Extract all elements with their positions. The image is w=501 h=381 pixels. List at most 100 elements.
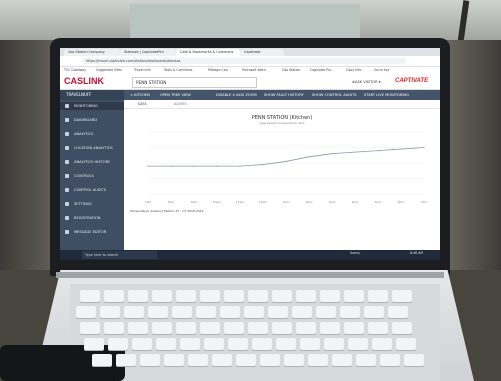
show-control-audits-button[interactable]: SHOW CONTROL AUDITS xyxy=(312,90,357,100)
keyboard-key xyxy=(320,322,340,334)
sidebar-item-analytics-history[interactable]: ANALYTICS HISTORY xyxy=(60,158,124,166)
disable-zoom-button[interactable]: DISABLE 4 AXIS ZOOM xyxy=(216,90,257,100)
sidebar-item-message-editor[interactable]: MESSAGE EDITOR xyxy=(60,228,124,236)
bookmark[interactable]: Copy Info xyxy=(346,67,361,74)
history-icon xyxy=(65,160,69,164)
data-point xyxy=(308,156,310,158)
data-point xyxy=(239,165,241,167)
captivate-logo: CAPTIVATE xyxy=(395,78,429,84)
temperature-chart: 7am 8am 9am 10am 11am 12pm 1pm 2pm 3pm 4pm 5pm 6pm 7… xyxy=(145,131,427,204)
bookmark[interactable]: Gas Station xyxy=(282,67,300,74)
keyboard-key xyxy=(224,322,244,334)
taskbar-search[interactable]: Type here to search xyxy=(82,251,157,259)
keyboard-key xyxy=(272,322,292,334)
keyboard-key xyxy=(176,290,196,302)
data-point xyxy=(170,165,172,167)
bookmark[interactable]: Go to live xyxy=(374,67,389,74)
keyboard-key xyxy=(140,354,160,366)
sidebar-item-location-analytics[interactable]: LOCATION ANALYTICS xyxy=(60,144,124,152)
browser-tab[interactable]: Statuses | CaptivatePro xyxy=(120,49,176,56)
bookmark[interactable]: Tools & Commons xyxy=(164,67,192,74)
series-line xyxy=(148,147,425,167)
bookmark[interactable]: Microsoft Word xyxy=(242,67,266,74)
keyboard-key xyxy=(116,354,136,366)
keyboard-key xyxy=(84,338,104,350)
x-tick-label: 6pm xyxy=(398,200,405,204)
laptop-screen: Gas Station Company Statuses | Captivate… xyxy=(60,48,440,260)
keyboard-key xyxy=(164,354,184,366)
browser-tab[interactable]: Gas Station Company xyxy=(64,49,120,56)
bookmark[interactable]: Mileage Calc xyxy=(208,67,228,74)
tab-alerts[interactable]: ALERTS xyxy=(174,100,187,108)
bookmark[interactable]: Travel Info xyxy=(134,67,151,74)
keyboard-key xyxy=(100,306,120,318)
chart-legend[interactable]: Temperature (Celsius) Station 47 - CT 20… xyxy=(130,208,204,214)
keyboard-key xyxy=(368,290,388,302)
sidebar-item-settings[interactable]: SETTINGS xyxy=(60,200,124,208)
data-point xyxy=(285,160,287,163)
keyboard-key xyxy=(320,290,340,302)
station-select[interactable]: PENN STATION xyxy=(132,77,257,88)
keyboard-key xyxy=(344,290,364,302)
keyboard-key xyxy=(76,306,96,318)
start-live-monitoring-button[interactable]: START LIVE MONITORING xyxy=(364,90,409,100)
keyboard-key xyxy=(388,306,408,318)
sidebar-item-controls[interactable]: CONTROLS xyxy=(60,172,124,180)
keyboard-key xyxy=(332,354,352,366)
data-point xyxy=(377,150,379,152)
keyboard-key xyxy=(212,354,232,366)
monitor-icon xyxy=(65,104,69,108)
x-tick-label: 10am xyxy=(213,200,222,204)
bookmark[interactable]: Suggested Sites xyxy=(96,67,122,74)
keyboard-key xyxy=(276,338,296,350)
show-fault-history-button[interactable]: SHOW FAULT HISTORY xyxy=(264,90,304,100)
keyboard-key xyxy=(172,306,192,318)
url-field[interactable]: https://travel.captivate.com/station/das… xyxy=(82,58,406,64)
sidebar-title: TRAVELNUFF xyxy=(60,90,124,100)
data-point xyxy=(423,146,425,149)
keyboard-key xyxy=(368,322,388,334)
keyboard-key xyxy=(152,290,172,302)
keyboard-key xyxy=(104,322,124,334)
keyboard-key xyxy=(392,322,412,334)
keyboard-key xyxy=(284,354,304,366)
keyboard-key xyxy=(220,306,240,318)
visitor-dropdown[interactable]: #ASK VISITOR ▾ xyxy=(352,78,381,86)
sidebar-item-dashboard[interactable]: DASHBOARD xyxy=(60,116,124,124)
keyboard-key xyxy=(224,290,244,302)
keyboard-key xyxy=(300,338,320,350)
keyboard-key xyxy=(396,338,416,350)
caslink-logo: CASLINK xyxy=(64,76,104,86)
browser-tab-bar: Gas Station Company Statuses | Captivate… xyxy=(60,48,440,56)
sidebar-item-registration[interactable]: REGISTRATION xyxy=(60,214,124,222)
keyboard-key xyxy=(80,290,100,302)
audit-icon xyxy=(65,188,69,192)
data-point xyxy=(331,153,333,155)
tab-data[interactable]: DATA xyxy=(138,100,147,108)
sidebar-item-analytics[interactable]: ANALYTICS xyxy=(60,130,124,138)
sidebar-item-monitoring[interactable]: MONITORING xyxy=(60,102,124,110)
back-kitchen-button[interactable]: < KITCHEN xyxy=(130,90,150,100)
data-point xyxy=(354,151,356,153)
keyboard-key xyxy=(404,354,424,366)
x-tick-label: 7am xyxy=(145,200,152,204)
keyboard-key xyxy=(228,338,248,350)
keyboard-key xyxy=(248,322,268,334)
message-icon xyxy=(65,230,69,234)
sidebar-item-control-audits[interactable]: CONTROL AUDITS xyxy=(60,186,124,194)
registration-icon xyxy=(65,216,69,220)
keyboard-key xyxy=(124,306,144,318)
bookmark[interactable]: TCC Goodway xyxy=(64,67,86,74)
bookmark[interactable]: Captivate Pro xyxy=(310,67,331,74)
data-point xyxy=(193,165,195,167)
controls-icon xyxy=(65,174,69,178)
browser-tab-active[interactable]: Cafe & Bookmarks & Commons xyxy=(176,49,240,56)
keyboard-key xyxy=(356,354,376,366)
keyboard-key xyxy=(152,322,172,334)
keyboard-key xyxy=(248,290,268,302)
keyboard-key xyxy=(392,290,412,302)
x-tick-label: 11am xyxy=(236,200,245,204)
browser-tab[interactable]: Captivate xyxy=(240,49,284,56)
data-point xyxy=(262,163,264,166)
open-tree-view-button[interactable]: OPEN TREE VIEW xyxy=(160,90,191,100)
